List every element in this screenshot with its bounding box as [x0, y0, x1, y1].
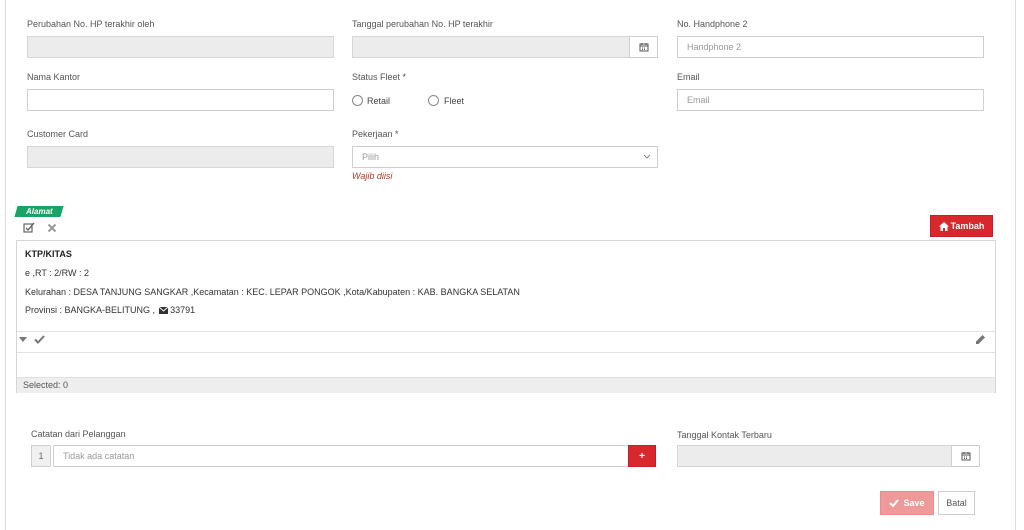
calendar-icon [961, 452, 970, 461]
add-note-button[interactable]: + [628, 445, 656, 467]
pekerjaan-select[interactable]: Pilih [352, 146, 658, 168]
hp-changed-date-label: Tanggal perubahan No. HP terakhir [352, 19, 493, 29]
save-label: Save [903, 498, 925, 508]
address-line1: e ,RT : 2/RW : 2 [25, 268, 90, 278]
alamat-tag: Alamat [14, 206, 64, 217]
hp-changed-by-field [27, 36, 334, 58]
nama-kantor-label: Nama Kantor [27, 72, 81, 82]
selected-bar: Selected: 0 [17, 377, 995, 393]
address-line2: Kelurahan : DESA TANJUNG SANGKAR ,Kecama… [25, 287, 520, 297]
radio-retail-label: Retail [367, 96, 391, 106]
email-input[interactable]: Email [677, 89, 984, 111]
hp-changed-date-field [352, 36, 630, 58]
postal-code: 33791 [170, 305, 196, 315]
close-icon[interactable] [47, 223, 57, 233]
pekerjaan-label: Pekerjaan * [352, 129, 399, 139]
envelope-icon [158, 306, 168, 314]
email-label: Email [677, 72, 700, 82]
customer-card-label: Customer Card [27, 129, 89, 139]
notes-row-number: 1 [31, 445, 51, 467]
pekerjaan-error: Wajib diisi [352, 171, 393, 181]
hp-changed-by-label: Perubahan No. HP terakhir oleh [27, 19, 155, 29]
save-button[interactable]: Save [880, 491, 934, 515]
address-panel: KTP/KITAS e ,RT : 2/RW : 2 Kelurahan : D… [16, 240, 996, 393]
checkmark-icon[interactable] [34, 335, 45, 344]
contact-calendar-button[interactable] [951, 445, 980, 467]
address-divider [17, 331, 995, 332]
calendar-icon [639, 43, 648, 52]
contact-date-field [677, 445, 952, 467]
check-square-icon[interactable] [23, 222, 35, 234]
home-icon [938, 221, 949, 231]
radio-fleet-label: Fleet [444, 96, 465, 106]
notes-label: Catatan dari Pelanggan [31, 429, 126, 439]
pencil-icon[interactable] [975, 334, 986, 345]
handphone2-input[interactable]: Handphone 2 [677, 36, 984, 58]
caret-down-icon[interactable] [19, 337, 27, 343]
panel-divider [17, 352, 995, 353]
calendar-button[interactable] [629, 36, 658, 58]
handphone2-label: No. Handphone 2 [677, 19, 748, 29]
tambah-label: Tambah [950, 221, 985, 231]
contact-date-label: Tanggal Kontak Terbaru [677, 430, 772, 440]
status-fleet-label: Status Fleet * [352, 72, 407, 82]
address-line3: Provinsi : BANGKA-BELITUNG , 33791 [25, 305, 195, 315]
radio-fleet[interactable] [428, 95, 439, 106]
cancel-button[interactable]: Batal [938, 491, 975, 515]
customer-card-field [27, 146, 334, 168]
address-type: KTP/KITAS [25, 249, 72, 259]
radio-retail[interactable] [352, 95, 363, 106]
address-province: Provinsi : BANGKA-BELITUNG , [25, 305, 156, 315]
check-icon [889, 499, 900, 507]
notes-input[interactable]: Tidak ada catatan [53, 445, 629, 467]
tambah-button[interactable]: Tambah [930, 215, 993, 237]
nama-kantor-input[interactable] [27, 89, 334, 111]
chevron-down-icon [643, 154, 651, 159]
